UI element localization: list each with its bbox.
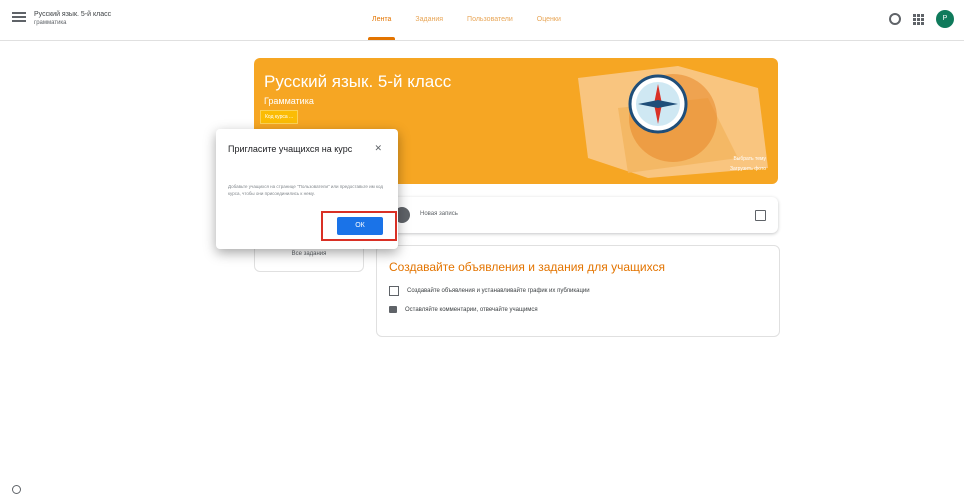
tab-stream[interactable]: Лента [360,0,403,40]
course-title[interactable]: Русский язык. 5-й класс [34,11,111,18]
empty-stream-item-text: Оставляйте комментарии, отвечайте учащим… [405,306,538,313]
settings-icon[interactable] [889,13,901,25]
comment-icon [389,306,397,313]
share-placeholder: Новая запись [420,211,458,217]
tabs: Лента Задания Пользователи Оценки [360,0,573,40]
help-icon[interactable] [12,485,21,494]
tab-people[interactable]: Пользователи [455,0,525,40]
tab-classwork[interactable]: Задания [403,0,455,40]
empty-stream-card: Создавайте объявления и задания для учащ… [376,245,780,337]
empty-stream-title: Создавайте объявления и задания для учащ… [389,260,665,274]
repost-icon[interactable] [755,210,766,221]
empty-stream-item-text: Создавайте объявления и устанавливайте г… [407,288,590,294]
empty-stream-item: Оставляйте комментарии, отвечайте учащим… [389,306,538,313]
top-app-bar: Русский язык. 5-й класс грамматика Лента… [0,0,964,41]
account-avatar[interactable]: Р [936,10,954,28]
all-assignments-link[interactable]: Все задания [255,251,363,257]
course-code-badge[interactable]: Код курса ... [260,110,299,124]
share-with-class-box[interactable]: Новая запись [376,197,778,233]
dialog-body: Добавьте учащихся на странице "Пользоват… [228,184,384,196]
upload-photo-link[interactable]: Загрузить фото [730,166,766,172]
page: Русский язык. 5-й класс грамматика Лента… [0,0,964,499]
apps-grid-icon[interactable] [913,13,924,25]
course-subtitle: грамматика [34,20,67,26]
calendar-icon [389,286,399,296]
top-right-actions: Р [889,10,954,28]
banner-title: Русский язык. 5-й класс [264,72,452,91]
empty-stream-item: Создавайте объявления и устанавливайте г… [389,286,590,296]
banner-subtitle: Грамматика [264,96,314,106]
close-icon[interactable]: ✕ [374,143,382,154]
dialog-title: Пригласите учащихся на курс [228,144,353,154]
select-theme-link[interactable]: Выбрать тему [733,156,766,162]
menu-icon[interactable] [12,12,26,22]
tab-grades[interactable]: Оценки [525,0,573,40]
ok-button[interactable]: ОК [337,217,383,235]
